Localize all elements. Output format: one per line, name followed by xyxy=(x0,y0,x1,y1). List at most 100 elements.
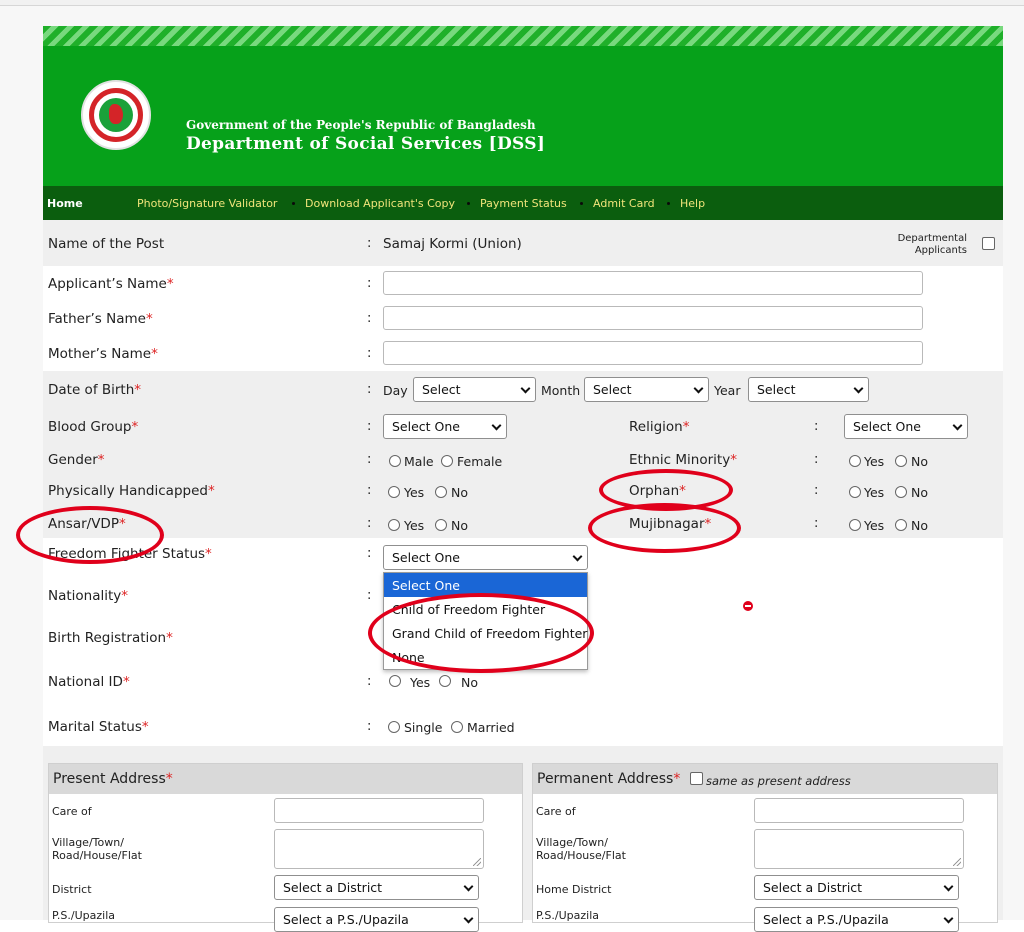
ethnic-yes-label: Yes xyxy=(864,454,885,469)
permanent-village-label: Village/Town/Road/House/Flat xyxy=(536,836,626,862)
religion-select[interactable]: Select One xyxy=(844,414,968,439)
same-as-present-checkbox[interactable] xyxy=(690,772,703,785)
nav-separator xyxy=(292,202,295,205)
colon: : xyxy=(367,346,372,361)
ethnic-no-radio[interactable] xyxy=(895,455,907,467)
mother-name-label: Mother’s Name* xyxy=(48,346,158,362)
marital-status-label: Marital Status* xyxy=(48,719,149,735)
nav-help[interactable]: Help xyxy=(680,197,705,210)
site-header: Government of the People's Republic of B… xyxy=(43,46,1003,186)
nav-payment-status[interactable]: Payment Status xyxy=(480,197,567,210)
handicapped-no-label: No xyxy=(451,485,468,500)
government-seal-icon xyxy=(81,80,151,150)
present-village-label: Village/Town/Road/House/Flat xyxy=(52,836,142,862)
permanent-ps-label: P.S./Upazila xyxy=(536,909,600,922)
colon: : xyxy=(367,719,372,734)
mujibnagar-no-label: No xyxy=(911,518,928,533)
present-ps-label: P.S./Upazila xyxy=(52,909,116,922)
blood-group-select[interactable]: Select One xyxy=(383,414,507,439)
handicapped-no-radio[interactable] xyxy=(435,486,447,498)
nav-home[interactable]: Home xyxy=(47,197,83,210)
gender-male-radio[interactable] xyxy=(389,455,401,467)
permanent-village-textarea[interactable] xyxy=(754,829,964,869)
permanent-address-header: Permanent Address* same as present addre… xyxy=(533,764,997,794)
mother-name-row: Mother’s Name* : xyxy=(43,336,1003,371)
nav-separator xyxy=(467,202,470,205)
present-district-select[interactable]: Select a District xyxy=(274,875,479,900)
post-value: Samaj Kormi (Union) xyxy=(383,236,522,252)
handicap-orphan-row: Physically Handicapped* : Yes No Orphan*… xyxy=(43,476,1003,508)
nationality-label: Nationality* xyxy=(48,588,129,604)
gender-label: Gender* xyxy=(48,452,105,468)
marital-single-radio[interactable] xyxy=(388,721,400,733)
header-stripe xyxy=(43,26,1003,46)
freedom-fighter-select[interactable]: Select One xyxy=(383,545,588,570)
handicapped-label: Physically Handicapped* xyxy=(48,483,215,499)
applicant-name-input[interactable] xyxy=(383,271,923,295)
national-id-row: National ID* : Yes No xyxy=(43,666,1003,710)
present-village-textarea[interactable] xyxy=(274,829,484,869)
colon: : xyxy=(367,311,372,326)
departmental-applicants-checkbox[interactable] xyxy=(982,237,995,250)
handicapped-yes-label: Yes xyxy=(404,485,425,500)
colon: : xyxy=(367,516,372,531)
nav-photo-signature-validator[interactable]: Photo/Signature Validator xyxy=(137,197,277,210)
mother-name-input[interactable] xyxy=(383,341,923,365)
present-address-title: Present Address* xyxy=(53,771,173,787)
colon: : xyxy=(814,516,819,531)
applicant-name-row: Applicant’s Name* : xyxy=(43,266,1003,301)
orphan-yes-label: Yes xyxy=(864,485,885,500)
ansar-no-label: No xyxy=(451,518,468,533)
departmental-applicants-label: Departmental Applicants xyxy=(897,233,967,256)
national-id-yes-radio[interactable] xyxy=(389,675,401,687)
colon: : xyxy=(367,546,372,561)
dob-day-select[interactable]: Select xyxy=(413,377,536,402)
government-title: Government of the People's Republic of B… xyxy=(186,118,536,132)
permanent-district-label: Home District xyxy=(536,883,612,896)
gender-male-label: Male xyxy=(404,454,434,469)
department-title: Department of Social Services [DSS] xyxy=(186,134,546,154)
colon: : xyxy=(814,483,819,498)
dob-day-label: Day xyxy=(383,383,408,398)
nav-admit-card[interactable]: Admit Card xyxy=(593,197,655,210)
dob-year-select[interactable]: Select xyxy=(748,377,869,402)
present-district-label: District xyxy=(52,883,92,896)
national-id-no-radio[interactable] xyxy=(439,675,451,687)
post-label: Name of the Post xyxy=(48,236,165,252)
dob-month-label: Month xyxy=(541,383,581,398)
annotation-ellipse-mujibnagar xyxy=(588,503,741,553)
national-id-yes-label: Yes xyxy=(410,675,431,690)
nav-download-applicant-copy[interactable]: Download Applicant's Copy xyxy=(305,197,455,210)
marital-married-radio[interactable] xyxy=(451,721,463,733)
annotation-ellipse-ansar xyxy=(16,506,164,564)
colon: : xyxy=(814,452,819,467)
mujibnagar-yes-radio[interactable] xyxy=(849,519,861,531)
present-care-of-input[interactable] xyxy=(274,798,484,823)
father-name-row: Father’s Name* : xyxy=(43,301,1003,336)
present-address-header: Present Address* xyxy=(49,764,522,794)
ethnic-minority-label: Ethnic Minority* xyxy=(629,452,737,468)
handicapped-yes-radio[interactable] xyxy=(388,486,400,498)
mujibnagar-no-radio[interactable] xyxy=(895,519,907,531)
ansar-no-radio[interactable] xyxy=(435,519,447,531)
permanent-district-select[interactable]: Select a District xyxy=(754,875,959,900)
blood-religion-row: Blood Group* : Select One Religion* : Se… xyxy=(43,408,1003,446)
colon: : xyxy=(814,419,819,434)
orphan-yes-radio[interactable] xyxy=(849,486,861,498)
ansar-yes-radio[interactable] xyxy=(388,519,400,531)
ansar-yes-label: Yes xyxy=(404,518,425,533)
ethnic-yes-radio[interactable] xyxy=(849,455,861,467)
permanent-address-title: Permanent Address* xyxy=(537,771,681,787)
father-name-input[interactable] xyxy=(383,306,923,330)
gender-female-radio[interactable] xyxy=(441,455,453,467)
colon: : xyxy=(367,452,372,467)
permanent-care-of-input[interactable] xyxy=(754,798,964,823)
orphan-no-radio[interactable] xyxy=(895,486,907,498)
gender-female-label: Female xyxy=(457,454,503,469)
religion-label: Religion* xyxy=(629,419,690,435)
colon: : xyxy=(367,382,372,397)
permanent-care-of-label: Care of xyxy=(536,805,576,818)
dob-month-select[interactable]: Select xyxy=(584,377,709,402)
colon: : xyxy=(367,419,372,434)
ansar-mujibnagar-row: Ansar/VDP* : Yes No Mujibnagar* : Yes No xyxy=(43,508,1003,538)
